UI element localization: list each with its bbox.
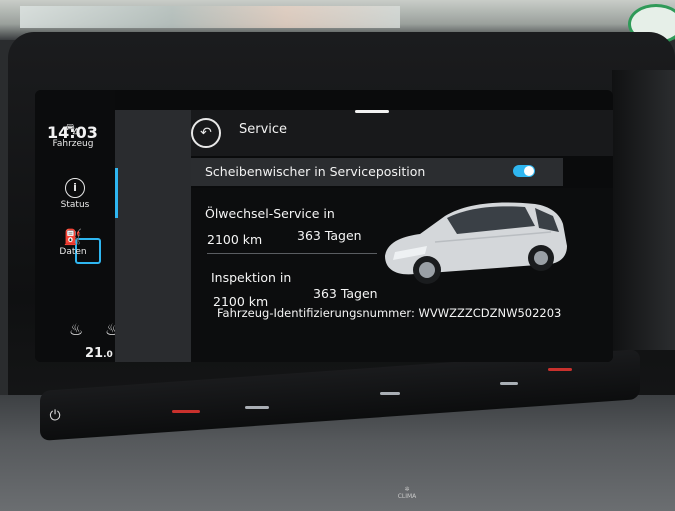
infotainment-screen: 14:03 ♨ ♨ 21.0 ⛍ Fahrzeug i Status ⛽ Dat… <box>35 90 613 362</box>
oil-service-label: Ölwechsel-Service in <box>205 206 335 221</box>
slider-mark <box>500 382 518 385</box>
data-icon: ⛽ <box>63 228 83 246</box>
wiper-service-label: Scheibenwischer in Serviceposition <box>205 164 426 179</box>
temperature-value: 21 <box>85 346 104 361</box>
climate-button[interactable]: ✲ CLIMA <box>392 486 422 500</box>
sidebar-item-label: Fahrzeug <box>52 139 94 149</box>
sidebar-nav <box>115 110 191 362</box>
inspection-label: Inspektion in <box>211 270 292 285</box>
sidebar-item-label: Status <box>60 200 90 210</box>
oil-service-days: 363 Tagen <box>297 228 362 243</box>
temp-red-mark <box>548 368 572 371</box>
temperature-decimal: .0 <box>103 350 113 360</box>
climate-label: CLIMA <box>397 493 417 500</box>
inspection-days: 363 Tagen <box>313 286 378 301</box>
info-icon: i <box>65 178 85 198</box>
seat-heating-left-icon[interactable]: ♨ <box>69 320 83 339</box>
divider <box>207 253 377 254</box>
background-window <box>20 6 400 28</box>
sidebar-item-status[interactable]: i Status <box>37 178 113 210</box>
sidebar-item-daten[interactable]: ⛽ Daten <box>35 228 111 257</box>
temp-red-mark <box>172 410 200 413</box>
power-icon[interactable]: ⏻ <box>44 405 66 427</box>
oil-service-distance: 2100 km <box>207 232 263 247</box>
vin-text: Fahrzeug-Identifizierungsnummer: WVWZZZC… <box>217 306 562 320</box>
car-image <box>385 202 567 284</box>
nav-active-indicator <box>115 168 118 218</box>
wiper-service-toggle[interactable] <box>513 165 535 177</box>
fan-icon: ✲ <box>404 486 410 493</box>
car-icon: ⛍ <box>65 120 81 138</box>
pull-down-handle[interactable] <box>355 110 389 113</box>
back-button[interactable]: ↶ <box>191 118 221 148</box>
page-title: Service <box>239 122 288 137</box>
temperature-display[interactable]: 21.0 <box>85 346 113 361</box>
slider-mark <box>380 392 400 395</box>
slider-mark <box>245 406 269 409</box>
sidebar-item-label: Daten <box>59 247 87 257</box>
bezel-side <box>612 70 675 350</box>
sidebar-item-fahrzeug[interactable]: ⛍ Fahrzeug <box>35 120 111 149</box>
